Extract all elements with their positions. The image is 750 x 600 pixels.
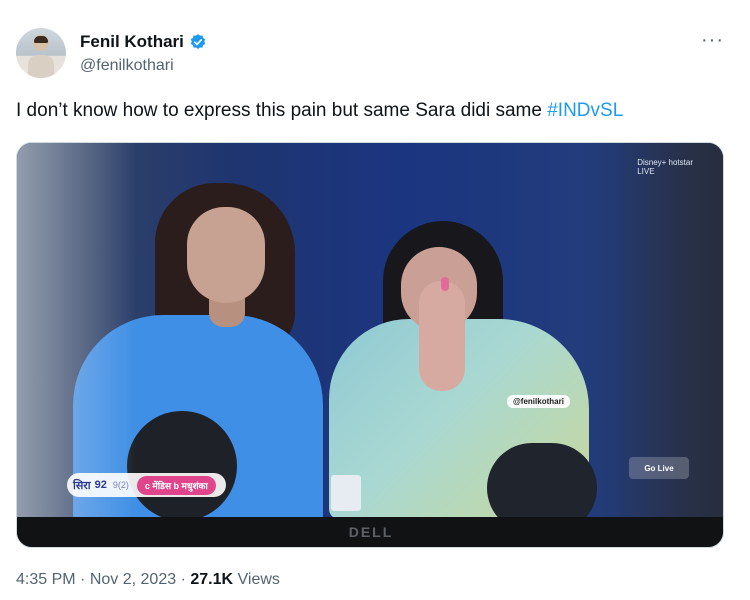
author-name-row: Fenil Kothari <box>80 32 207 52</box>
tweet-meta: 4:35 PM · Nov 2, 2023 · 27.1K Views <box>16 571 280 589</box>
score-bug: सिरा 92 9(2) c मेंडिस b मधुशंका <box>67 473 226 497</box>
meta-separator: · <box>80 571 86 588</box>
views-count: 27.1K <box>190 571 234 588</box>
monitor-brand-logo: DELL <box>348 524 394 540</box>
avatar-figure <box>28 55 54 78</box>
avatar-hair <box>34 36 48 43</box>
person-right-hands <box>419 281 465 391</box>
person-left-face <box>187 207 265 303</box>
score-extra: 9(2) <box>112 480 129 490</box>
tweet-date[interactable]: Nov 2, 2023 <box>90 571 176 588</box>
views-label: Views <box>237 571 280 588</box>
more-options-icon[interactable]: ··· <box>701 30 724 50</box>
verified-badge-icon <box>190 34 206 49</box>
tweet-time[interactable]: 4:35 PM <box>16 571 76 588</box>
batter-dismissal-label: c मेंडिस b मधुशंका <box>136 475 216 495</box>
hashtag-link[interactable]: #INDvSL <box>547 100 623 121</box>
score-value: 92 <box>94 479 107 491</box>
cup <box>331 475 361 511</box>
broadcaster-live: LIVE <box>637 166 655 176</box>
score-prefix: सिरा <box>73 479 91 492</box>
meta-separator: · <box>180 571 186 588</box>
foreground-head-left <box>127 411 237 521</box>
author-display-name[interactable]: Fenil Kothari <box>80 32 184 52</box>
tv-screen: Disney+ hotstar LIVE @fenilkothari Go Li… <box>17 143 723 533</box>
tweet-media-image[interactable]: Disney+ hotstar LIVE @fenilkothari Go Li… <box>16 142 724 548</box>
tweet-text: I don’t know how to express this pain bu… <box>16 100 623 122</box>
person-right-nails <box>441 277 449 291</box>
broadcaster-logo: Disney+ hotstar LIVE <box>637 158 693 177</box>
tweet-body: I don’t know how to express this pain bu… <box>16 100 542 121</box>
watermark-tag: @fenilkothari <box>507 395 570 408</box>
tweet-card: Fenil Kothari @fenilkothari ··· I don’t … <box>0 0 750 600</box>
avatar[interactable] <box>16 28 66 78</box>
go-live-button: Go Live <box>629 457 689 479</box>
screen-glare <box>17 143 137 517</box>
author-handle[interactable]: @fenilkothari <box>80 57 174 75</box>
